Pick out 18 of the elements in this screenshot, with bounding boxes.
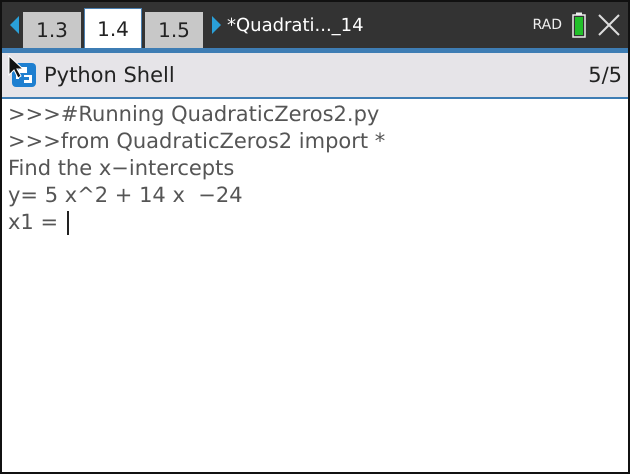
scroll-right-icon[interactable] — [212, 16, 221, 34]
page-tab[interactable]: 1.5 — [145, 12, 203, 48]
shell-line: Find the x−intercepts — [8, 155, 236, 182]
text-cursor — [66, 210, 69, 234]
page-tab[interactable]: 1.4 — [84, 8, 142, 48]
input-prompt: x1 = — [8, 209, 60, 236]
shell-line: >>>from QuadraticZeros2 import * — [8, 128, 386, 155]
close-icon[interactable] — [598, 14, 620, 36]
app-title: Python Shell — [44, 63, 175, 87]
document-title: *Quadrati..._14 — [227, 14, 364, 36]
shell-line: y= 5 x^2 + 14 x −24 — [8, 182, 244, 209]
angle-mode: RAD — [532, 17, 562, 33]
page-counter: 5/5 — [588, 63, 622, 87]
battery-icon — [572, 12, 586, 38]
scroll-left-icon[interactable] — [10, 16, 19, 34]
mouse-pointer-icon — [8, 55, 24, 79]
page-tab[interactable]: 1.3 — [23, 12, 81, 48]
shell-line: >>>#Running QuadraticZeros2.py — [8, 101, 380, 128]
